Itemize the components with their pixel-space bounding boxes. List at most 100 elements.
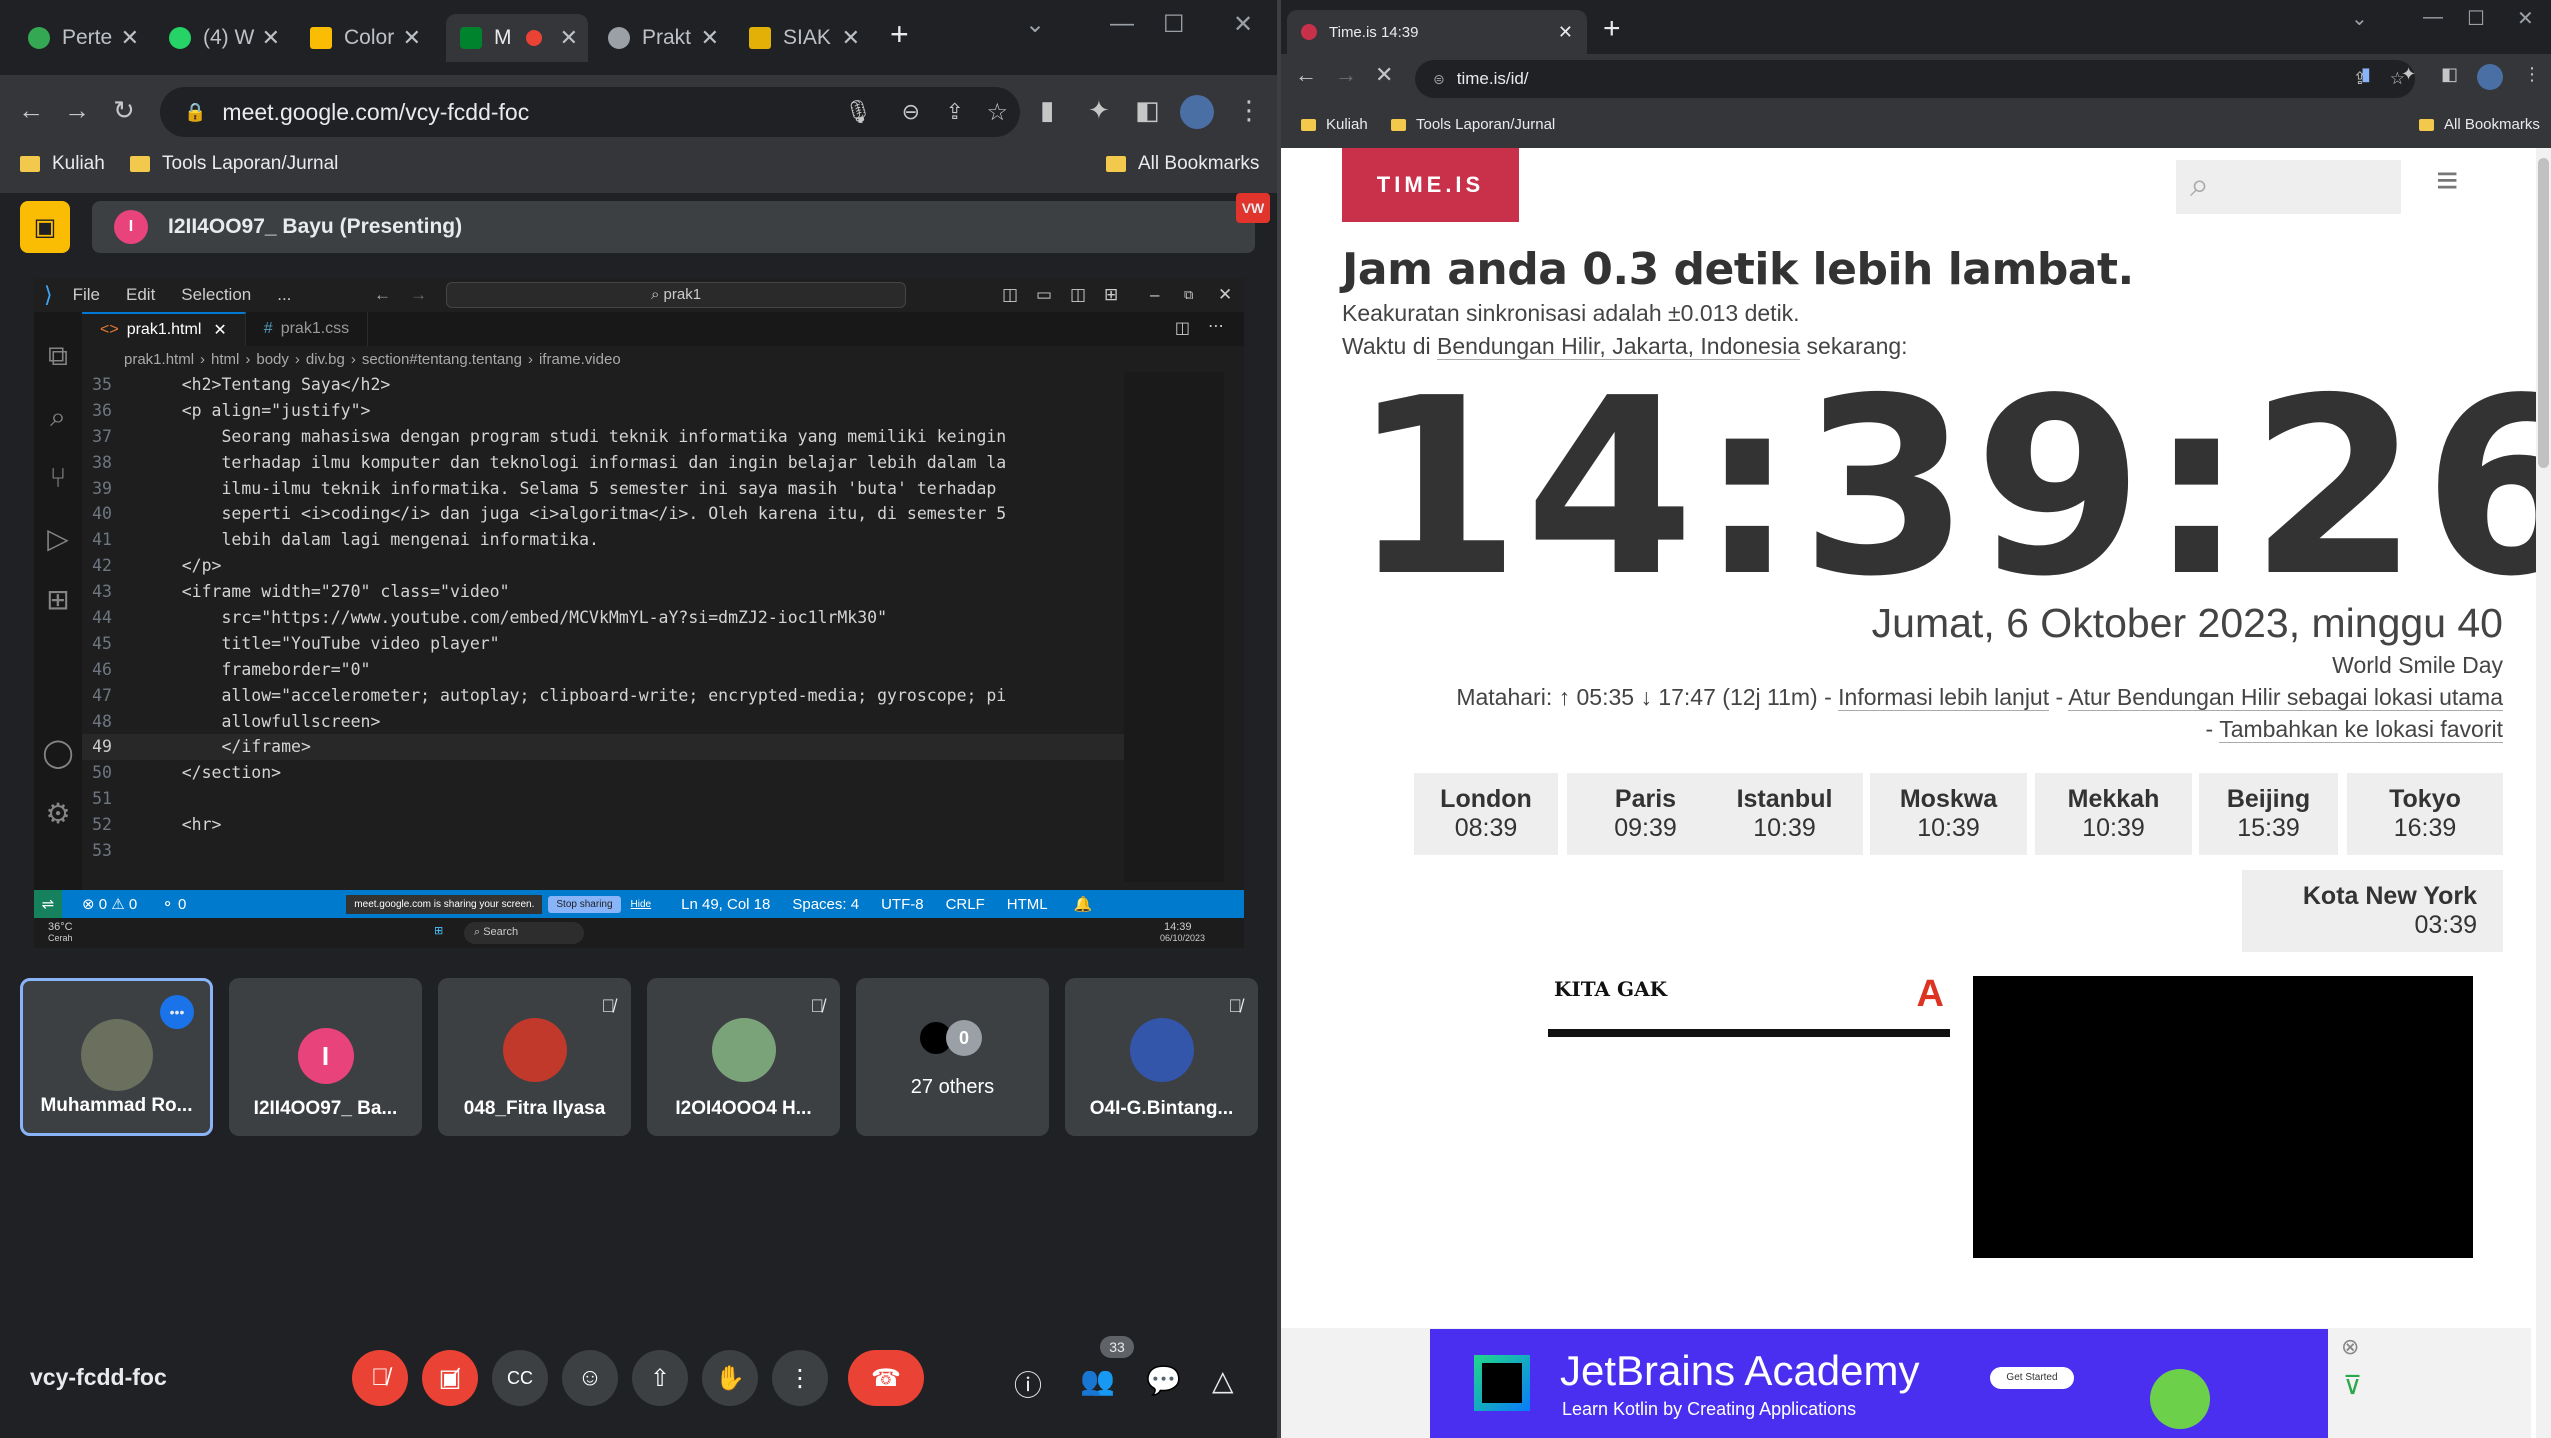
zoom-icon[interactable]: ⊖ (902, 99, 920, 125)
participant-tile[interactable]: 🎙̸ O4I-G.Bintang... (1065, 978, 1258, 1136)
menu-icon[interactable]: ⋮ (1236, 95, 1262, 126)
language-mode[interactable]: HTML (1007, 896, 1048, 913)
vs-close[interactable]: ✕ (1218, 285, 1232, 305)
breadcrumb-item[interactable]: prak1.html (124, 351, 194, 368)
city-clock[interactable]: Tokyo 16:39 (2347, 773, 2503, 855)
info-icon[interactable]: ⓘ (1014, 1364, 1042, 1404)
share-icon[interactable]: ⇪ (946, 99, 964, 125)
bookmark-kuliah[interactable]: Kuliah (1301, 116, 1368, 133)
camera-off-button[interactable]: ▣̸ (422, 1350, 478, 1406)
leave-call-button[interactable]: ☎ (848, 1350, 924, 1406)
remote-icon[interactable]: ⇌ (34, 890, 62, 918)
editor-tab-html[interactable]: <> prak1.html ✕ (82, 312, 246, 346)
timeis-logo[interactable]: TIME.IS (1342, 148, 1519, 222)
city-clock[interactable]: Paris 09:39 (1567, 773, 1724, 855)
command-center[interactable]: ⌕ prak1 (446, 282, 906, 308)
ports-icon[interactable]: ⚬ 0 (161, 895, 186, 913)
address-bar[interactable]: 🔒 meet.google.com/vcy-fcdd-foc 🎙 ⊖ ⇪ ☆ (160, 87, 1020, 137)
bookmark-kuliah[interactable]: Kuliah (20, 153, 105, 175)
city-clock[interactable]: Beijing 15:39 (2199, 773, 2338, 855)
new-tab-button[interactable]: + (890, 16, 909, 53)
close-icon[interactable]: ✕ (842, 25, 860, 51)
back-icon[interactable]: ← (1295, 62, 1317, 88)
city-clock[interactable]: Mekkah 10:39 (2035, 773, 2192, 855)
participant-tile[interactable]: ••• Muhammad Ro... (20, 978, 213, 1136)
sidepanel-icon[interactable]: ◧ (1135, 95, 1160, 126)
problems-count[interactable]: ⊗ 0 ⚠ 0 (82, 895, 137, 913)
chat-icon[interactable]: 💬 (1146, 1364, 1181, 1397)
close-icon[interactable]: ✕ (213, 320, 226, 340)
code-line[interactable]: 52 <hr> (82, 812, 1132, 838)
nav-back-icon[interactable]: ← (374, 285, 391, 305)
tab-meet[interactable]: M ✕ (446, 14, 588, 62)
ad-get-started-button[interactable]: Get Started (1990, 1367, 2074, 1389)
activities-icon[interactable]: △ (1212, 1364, 1234, 1397)
scrollbar-thumb[interactable] (2538, 158, 2549, 468)
site-info-icon[interactable]: ⊜ (1433, 71, 1445, 88)
code-line[interactable]: 39 ilmu-ilmu teknik informatika. Selama … (82, 476, 1132, 502)
line-ending[interactable]: CRLF (946, 896, 985, 913)
code-line[interactable]: 48 allowfullscreen> (82, 709, 1132, 735)
close-icon[interactable]: ✕ (1558, 22, 1573, 43)
code-line[interactable]: 37 Seorang mahasiswa dengan program stud… (82, 424, 1132, 450)
code-line[interactable]: 47 allow="accelerometer; autoplay; clipb… (82, 683, 1132, 709)
maximize-button[interactable]: ☐ (1163, 10, 1185, 39)
menu-icon[interactable]: ⋮ (2523, 64, 2541, 85)
jetbrains-ad[interactable]: JetBrains Academy Learn Kotlin by Creati… (1430, 1329, 2328, 1438)
city-clock[interactable]: London 08:39 (1414, 773, 1558, 855)
profile-avatar[interactable] (2477, 64, 2503, 90)
captions-button[interactable]: CC (492, 1350, 548, 1406)
tab-5[interactable]: Prakt ✕ (594, 14, 729, 62)
taskbar-search[interactable]: ⌕ Search (464, 922, 584, 944)
code-line[interactable]: 53 (82, 838, 1132, 864)
nav-forward-icon[interactable]: → (410, 285, 427, 305)
present-stop-icon[interactable]: ▣ (20, 201, 70, 253)
close-icon[interactable]: ✕ (121, 25, 139, 51)
set-location-link[interactable]: Atur Bendungan Hilir sebagai lokasi utam… (2068, 684, 2503, 711)
mic-icon[interactable]: 🎙 (844, 99, 872, 125)
settings-gear-icon[interactable]: ⚙ (34, 797, 82, 830)
more-options-button[interactable]: ⋮ (772, 1350, 828, 1406)
video-player[interactable] (1973, 976, 2473, 1258)
ad-close-icon[interactable]: ⊗ (2341, 1334, 2359, 1360)
menu-selection[interactable]: Selection (181, 285, 251, 305)
maximize-button[interactable]: ☐ (2467, 6, 2485, 31)
forward-icon[interactable]: → (64, 95, 90, 126)
extensions-icon[interactable]: ⊞ (34, 583, 82, 616)
video-thumbnail[interactable]: KITA GAK A (1548, 973, 1950, 1037)
puzzle-icon[interactable]: ✦ (1088, 95, 1110, 126)
code-line[interactable]: 43 <iframe width="270" class="video" (82, 579, 1132, 605)
explorer-icon[interactable]: ⧉ (34, 340, 82, 373)
tab-2[interactable]: (4) W ✕ (155, 14, 290, 62)
code-line[interactable]: 50 </section> (82, 760, 1132, 786)
editor-tab-css[interactable]: # prak1.css (246, 312, 369, 346)
hamburger-menu-icon[interactable]: ≡ (2436, 162, 2458, 200)
add-favorite-link[interactable]: Tambahkan ke lokasi favorit (2219, 716, 2503, 743)
breadcrumb-item[interactable]: div.bg (306, 351, 345, 368)
close-icon[interactable]: ✕ (403, 25, 421, 51)
reload-icon[interactable]: ↻ (113, 95, 135, 126)
all-bookmarks[interactable]: All Bookmarks (2419, 116, 2540, 133)
more-actions-icon[interactable]: ⋯ (1208, 316, 1224, 336)
close-window-button[interactable]: ✕ (1233, 10, 1253, 39)
close-window-button[interactable]: ✕ (2517, 6, 2534, 31)
close-icon[interactable]: ✕ (560, 25, 578, 51)
code-line[interactable]: 42 </p> (82, 553, 1132, 579)
more-info-link[interactable]: Informasi lebih lanjut (1838, 684, 2050, 711)
code-line[interactable]: 36 <p align="justify"> (82, 398, 1132, 424)
encoding[interactable]: UTF-8 (881, 896, 924, 913)
ad-filter-icon[interactable]: ⊽ (2343, 1370, 2362, 1401)
participant-tile[interactable]: 🎙̸ 048_Fitra Ilyasa (438, 978, 631, 1136)
tab-timeis[interactable]: Time.is 14:39 ✕ (1287, 10, 1587, 54)
back-icon[interactable]: ← (18, 95, 44, 126)
city-clock[interactable]: Moskwa 10:39 (1870, 773, 2027, 855)
minimize-button[interactable]: — (2423, 6, 2443, 29)
participant-tile[interactable]: I I2II4OO97_ Ba... (229, 978, 422, 1136)
cursor-position[interactable]: Ln 49, Col 18 (681, 896, 770, 913)
profile-avatar[interactable] (1180, 95, 1214, 129)
code-line[interactable]: 41 lebih dalam lagi mengenai informatika… (82, 527, 1132, 553)
new-tab-button[interactable]: + (1603, 12, 1621, 46)
code-line[interactable]: 38 terhadap ilmu komputer dan teknologi … (82, 450, 1132, 476)
raise-hand-button[interactable]: ✋ (702, 1350, 758, 1406)
minimap[interactable] (1124, 372, 1224, 882)
